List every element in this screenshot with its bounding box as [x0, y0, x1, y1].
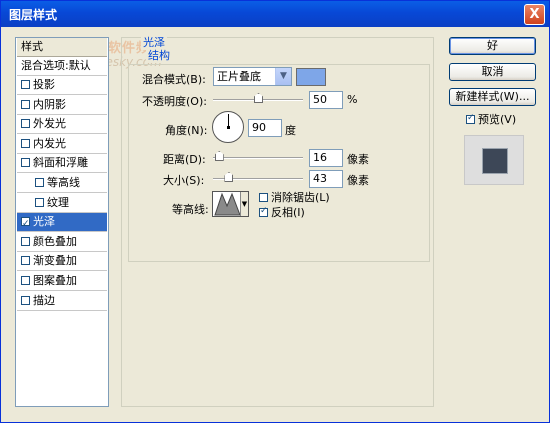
- blend-mode-select[interactable]: 正片叠底 ▼: [213, 67, 292, 86]
- style-item-label: 内阴影: [33, 97, 66, 111]
- blend-color-swatch[interactable]: [296, 68, 326, 86]
- style-item-checkbox-icon[interactable]: [21, 138, 30, 148]
- opacity-label: 不透明度(O):: [142, 95, 207, 108]
- style-item[interactable]: 投影: [17, 76, 107, 95]
- distance-unit: 像素: [347, 153, 369, 166]
- style-item-checkbox-icon[interactable]: [35, 178, 44, 187]
- style-item-label: 投影: [33, 78, 55, 91]
- style-item-checkbox-icon[interactable]: [21, 158, 30, 168]
- style-item[interactable]: 颜色叠加: [17, 232, 107, 252]
- antialias-checkbox[interactable]: 消除锯齿(L): [259, 189, 330, 205]
- group-title: 结构: [146, 47, 172, 63]
- style-item-label: 内发光: [33, 136, 66, 150]
- style-preview: [464, 135, 524, 185]
- size-input[interactable]: 43: [309, 170, 343, 188]
- style-item[interactable]: 图案叠加: [17, 272, 107, 291]
- blend-options-item[interactable]: 混合选项:默认: [17, 57, 107, 76]
- dialog-body: 天极软件频道 soft.yesky.com 样式 混合选项:默认 投影 内阴影 外发…: [4, 27, 548, 421]
- preview-check-icon: [466, 113, 475, 124]
- style-item-checkbox-icon[interactable]: [21, 99, 30, 109]
- style-item-checkbox-icon[interactable]: [21, 295, 30, 305]
- style-item-label: 颜色叠加: [33, 234, 77, 248]
- styles-list-header[interactable]: 样式: [17, 38, 107, 57]
- style-item-label: 纹理: [47, 195, 69, 209]
- distance-input[interactable]: 16: [309, 149, 343, 167]
- invert-checkbox[interactable]: 反相(I): [259, 204, 305, 220]
- distance-label: 距离(D):: [163, 153, 206, 166]
- distance-slider-track[interactable]: [213, 157, 303, 159]
- opacity-unit: %: [347, 93, 358, 106]
- style-item-checkbox-icon[interactable]: [35, 197, 44, 207]
- invert-check-icon: [259, 206, 268, 217]
- ok-button[interactable]: 好: [449, 37, 536, 55]
- angle-unit: 度: [285, 124, 296, 137]
- style-item-label: 斜面和浮雕: [33, 156, 88, 170]
- cancel-button[interactable]: 取消: [449, 63, 536, 81]
- style-item[interactable]: 内发光: [17, 134, 107, 154]
- angle-input[interactable]: 90: [248, 119, 282, 137]
- style-item[interactable]: 外发光: [17, 115, 107, 135]
- style-item-label: 光泽: [33, 215, 55, 229]
- style-item-label: 描边: [33, 293, 55, 307]
- blend-mode-value: 正片叠底: [217, 70, 261, 83]
- title-bar[interactable]: 图层样式 X: [1, 1, 549, 27]
- style-item[interactable]: 内阴影: [17, 95, 107, 115]
- antialias-check-icon: [259, 193, 268, 202]
- chevron-down-icon: ▼: [240, 192, 248, 216]
- opacity-input[interactable]: 50: [309, 91, 343, 109]
- window-title: 图层样式: [9, 8, 58, 22]
- style-item-checkbox-icon[interactable]: [21, 276, 30, 285]
- size-label: 大小(S):: [163, 174, 205, 187]
- style-item[interactable]: 渐变叠加: [17, 252, 107, 272]
- styles-list: 样式 混合选项:默认 投影内阴影外发光内发光斜面和浮雕等高线纹理光泽颜色叠加渐变…: [15, 37, 109, 407]
- style-item[interactable]: 光泽: [17, 213, 107, 233]
- style-item-checkbox-icon[interactable]: [21, 236, 30, 246]
- style-preview-swatch: [482, 148, 508, 174]
- angle-dial[interactable]: [212, 111, 244, 143]
- contour-label: 等高线:: [172, 203, 209, 216]
- new-style-button[interactable]: 新建样式(W)...: [449, 88, 536, 106]
- style-item-checkbox-icon[interactable]: [21, 119, 30, 129]
- style-item-checkbox-icon[interactable]: [21, 215, 30, 233]
- style-item-label: 渐变叠加: [33, 254, 77, 268]
- blend-mode-label: 混合模式(B):: [142, 73, 206, 86]
- layer-style-dialog: 图层样式 X 天极软件频道 soft.yesky.com 样式 混合选项:默认 …: [0, 0, 550, 423]
- antialias-label: 消除锯齿(L): [271, 191, 330, 204]
- style-item-label: 图案叠加: [33, 274, 77, 287]
- size-unit: 像素: [347, 174, 369, 187]
- chevron-down-icon: ▼: [275, 68, 291, 85]
- invert-label: 反相(I): [271, 206, 305, 219]
- preview-label: 预览(V): [478, 113, 517, 126]
- angle-label: 角度(N):: [165, 124, 208, 137]
- angle-dial-center: [227, 126, 230, 129]
- contour-preview-icon: [214, 192, 241, 216]
- style-item-label: 外发光: [33, 117, 66, 131]
- style-item-checkbox-icon[interactable]: [21, 80, 30, 89]
- style-item[interactable]: 纹理: [17, 193, 107, 213]
- contour-picker[interactable]: ▼: [212, 191, 249, 217]
- style-item[interactable]: 斜面和浮雕: [17, 154, 107, 174]
- style-item-checkbox-icon[interactable]: [21, 256, 30, 266]
- style-item[interactable]: 等高线: [17, 174, 107, 193]
- close-button[interactable]: X: [524, 4, 545, 25]
- style-item[interactable]: 描边: [17, 291, 107, 311]
- preview-checkbox[interactable]: 预览(V): [466, 111, 516, 127]
- style-item-label: 等高线: [47, 176, 80, 189]
